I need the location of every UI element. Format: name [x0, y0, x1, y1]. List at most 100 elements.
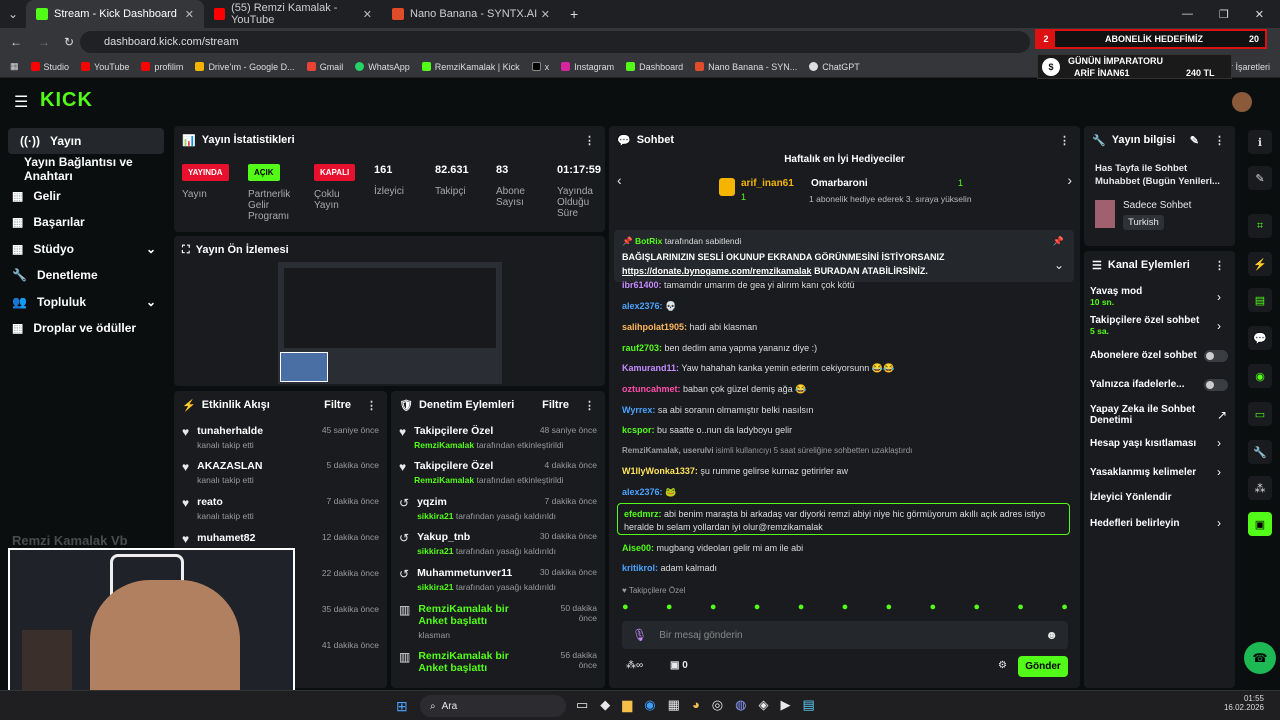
- channel-points-icon[interactable]: ⁂∞: [626, 660, 643, 671]
- close-tab-icon[interactable]: ✕: [541, 8, 550, 21]
- bookmark-profilim[interactable]: profilim: [141, 62, 183, 72]
- taskbar-search[interactable]: ⌕ Ara: [420, 695, 566, 717]
- task-view-icon[interactable]: ▭: [576, 697, 588, 713]
- action-raid[interactable]: İzleyici Yönlendir: [1090, 492, 1172, 503]
- action-banned-words[interactable]: Yasaklanmış kelimeler: [1090, 467, 1196, 478]
- discord-icon[interactable]: ◍: [735, 697, 746, 713]
- sidebar-item-topluluk[interactable]: 👥 Topluluk ⌄: [0, 289, 172, 316]
- close-tab-icon[interactable]: ✕: [185, 8, 194, 21]
- poll-icon: ▥: [399, 650, 411, 664]
- chrome-icon[interactable]: ◕: [692, 697, 700, 713]
- emotes-only-toggle[interactable]: [1204, 379, 1228, 391]
- forward-icon[interactable]: →: [38, 35, 50, 49]
- chat-icon[interactable]: 💬: [1248, 326, 1272, 350]
- bookmark-drive[interactable]: Drive'ım - Google D...: [195, 62, 295, 72]
- sidebar-item-denetleme[interactable]: 🔧 Denetleme: [0, 262, 172, 289]
- action-followers-only[interactable]: Takipçilere özel sohbet 5 sa.: [1090, 315, 1200, 336]
- card-icon[interactable]: ▭: [1248, 402, 1272, 426]
- send-button[interactable]: Gönder: [1018, 656, 1068, 677]
- bookmark-whatsapp[interactable]: WhatsApp: [355, 62, 410, 72]
- more-icon[interactable]: ⋮: [1059, 134, 1070, 147]
- action-goals[interactable]: Hedefleri belirleyin: [1090, 518, 1179, 529]
- support-icon[interactable]: ☎: [1244, 642, 1276, 674]
- wrench-icon: 🔧: [12, 268, 27, 283]
- kick-logo[interactable]: KICK: [40, 89, 93, 112]
- new-tab-button[interactable]: +: [560, 0, 588, 28]
- apps-icon[interactable]: ⁂: [1248, 476, 1272, 500]
- media-icon[interactable]: ▶: [780, 697, 790, 713]
- steam-icon[interactable]: ◈: [758, 697, 768, 713]
- category-name[interactable]: Sadece Sohbet: [1123, 200, 1191, 211]
- bookmark-gmail[interactable]: Gmail: [306, 62, 343, 72]
- chevron-down-icon[interactable]: ⌄: [1054, 258, 1064, 272]
- filter-button[interactable]: Filtre: [542, 399, 569, 411]
- bookmark-youtube[interactable]: YouTube: [81, 62, 129, 72]
- bookmark-kick[interactable]: RemziKamalak | Kick: [421, 62, 520, 72]
- browser-tab-youtube[interactable]: (55) Remzi Kamalak - YouTube ✕: [204, 0, 382, 28]
- store-icon[interactable]: ▦: [668, 697, 680, 713]
- close-window-icon[interactable]: ✕: [1255, 8, 1264, 21]
- more-icon[interactable]: ⋮: [1214, 134, 1225, 147]
- more-icon[interactable]: ⋮: [366, 399, 377, 412]
- browser-tab-syntx[interactable]: Nano Banana - SYNTX.AI ✕: [382, 0, 560, 28]
- emoji-icon[interactable]: ☻: [1045, 628, 1058, 642]
- settings-icon[interactable]: ⚙: [998, 660, 1007, 671]
- browser-tabbar: ⌄ Stream - Kick Dashboard ✕ (55) Remzi Ka…: [0, 0, 1280, 28]
- menu-icon[interactable]: ☰: [14, 92, 28, 112]
- more-icon[interactable]: ⋮: [584, 399, 595, 412]
- apps-icon[interactable]: ▦: [10, 61, 19, 72]
- more-icon[interactable]: ⋮: [1214, 259, 1225, 272]
- subscribers-only-toggle[interactable]: [1204, 350, 1228, 362]
- game-icon[interactable]: ▣: [1248, 512, 1272, 536]
- explorer-icon[interactable]: ▆: [622, 697, 632, 713]
- browser-tab-kick[interactable]: Stream - Kick Dashboard ✕: [26, 0, 204, 28]
- maximize-icon[interactable]: ❐: [1219, 8, 1229, 21]
- sidebar-item-stream-key[interactable]: Yayın Bağlantısı ve Anahtarı: [0, 155, 172, 183]
- sidebar-item-yayin[interactable]: ((·)) Yayın: [8, 128, 164, 154]
- info-icon[interactable]: ℹ: [1248, 130, 1272, 154]
- pin-icon[interactable]: 📌: [1053, 236, 1064, 247]
- bookmark-dashboard[interactable]: Dashboard: [626, 62, 683, 72]
- broadcast-icon[interactable]: ◉: [1248, 364, 1272, 388]
- sidebar-item-basarilar[interactable]: ▦ Başarılar: [0, 209, 172, 236]
- preview-video[interactable]: [278, 262, 502, 384]
- url-bar[interactable]: dashboard.kick.com/stream: [80, 31, 1030, 53]
- qr-icon[interactable]: ⌗: [1248, 214, 1272, 238]
- copilot-icon[interactable]: ◆: [600, 697, 610, 713]
- user-avatar[interactable]: [1232, 92, 1252, 112]
- bookmark-chatgpt[interactable]: ChatGPT: [809, 62, 860, 72]
- bookmark-nano-banana[interactable]: Nano Banana - SYN...: [695, 62, 797, 72]
- minimize-icon[interactable]: —: [1182, 8, 1193, 21]
- wrench-icon[interactable]: 🔧: [1248, 440, 1272, 464]
- reload-icon[interactable]: ↻: [64, 35, 74, 49]
- close-tab-icon[interactable]: ✕: [363, 8, 372, 21]
- edit-icon[interactable]: ✎: [1190, 134, 1199, 147]
- bookmark-x[interactable]: x: [531, 62, 549, 72]
- obs-icon[interactable]: ◎: [712, 697, 723, 713]
- bookmark-instagram[interactable]: Instagram: [561, 62, 614, 72]
- sidebar-item-studyo[interactable]: ▦ Stüdyo ⌄: [0, 236, 172, 263]
- chat-input[interactable]: 🎙 Bir mesaj gönderin ☻: [622, 621, 1068, 649]
- action-slow-mode[interactable]: Yavaş mod 10 sn.: [1090, 286, 1142, 307]
- chat-icon: 💬: [617, 134, 631, 147]
- action-account-age[interactable]: Hesap yaşı kısıtlaması: [1090, 438, 1196, 449]
- sidebar-item-droplar[interactable]: ▦ Droplar ve ödüller: [0, 315, 172, 342]
- panel-title: Sohbet: [636, 134, 674, 146]
- donation-link[interactable]: https://donate.bynogame.com/remzikamalak: [622, 266, 812, 276]
- filter-button[interactable]: Filtre: [324, 399, 351, 411]
- edge-icon[interactable]: ◉: [644, 697, 655, 713]
- tab-search-icon[interactable]: ⌄: [0, 0, 26, 28]
- notepad-icon[interactable]: ▤: [802, 697, 814, 713]
- document-icon[interactable]: ▤: [1248, 288, 1272, 312]
- edit-icon[interactable]: ✎: [1248, 166, 1272, 190]
- back-icon[interactable]: ←: [10, 35, 22, 49]
- windows-start-icon[interactable]: ⊞: [396, 698, 408, 715]
- chevron-left-icon[interactable]: ‹: [617, 172, 622, 188]
- lightning-icon[interactable]: ⚡: [1248, 252, 1272, 276]
- bookmark-studio[interactable]: Studio: [30, 62, 69, 72]
- action-ai-moderation[interactable]: Yapay Zeka ile Sohbet Denetimi: [1090, 404, 1202, 426]
- chevron-right-icon[interactable]: ›: [1067, 172, 1072, 188]
- taskbar-clock[interactable]: 01:55 16.02.2026: [1224, 694, 1264, 712]
- sidebar-item-gelir[interactable]: ▦ Gelir: [0, 183, 172, 210]
- more-icon[interactable]: ⋮: [584, 134, 595, 147]
